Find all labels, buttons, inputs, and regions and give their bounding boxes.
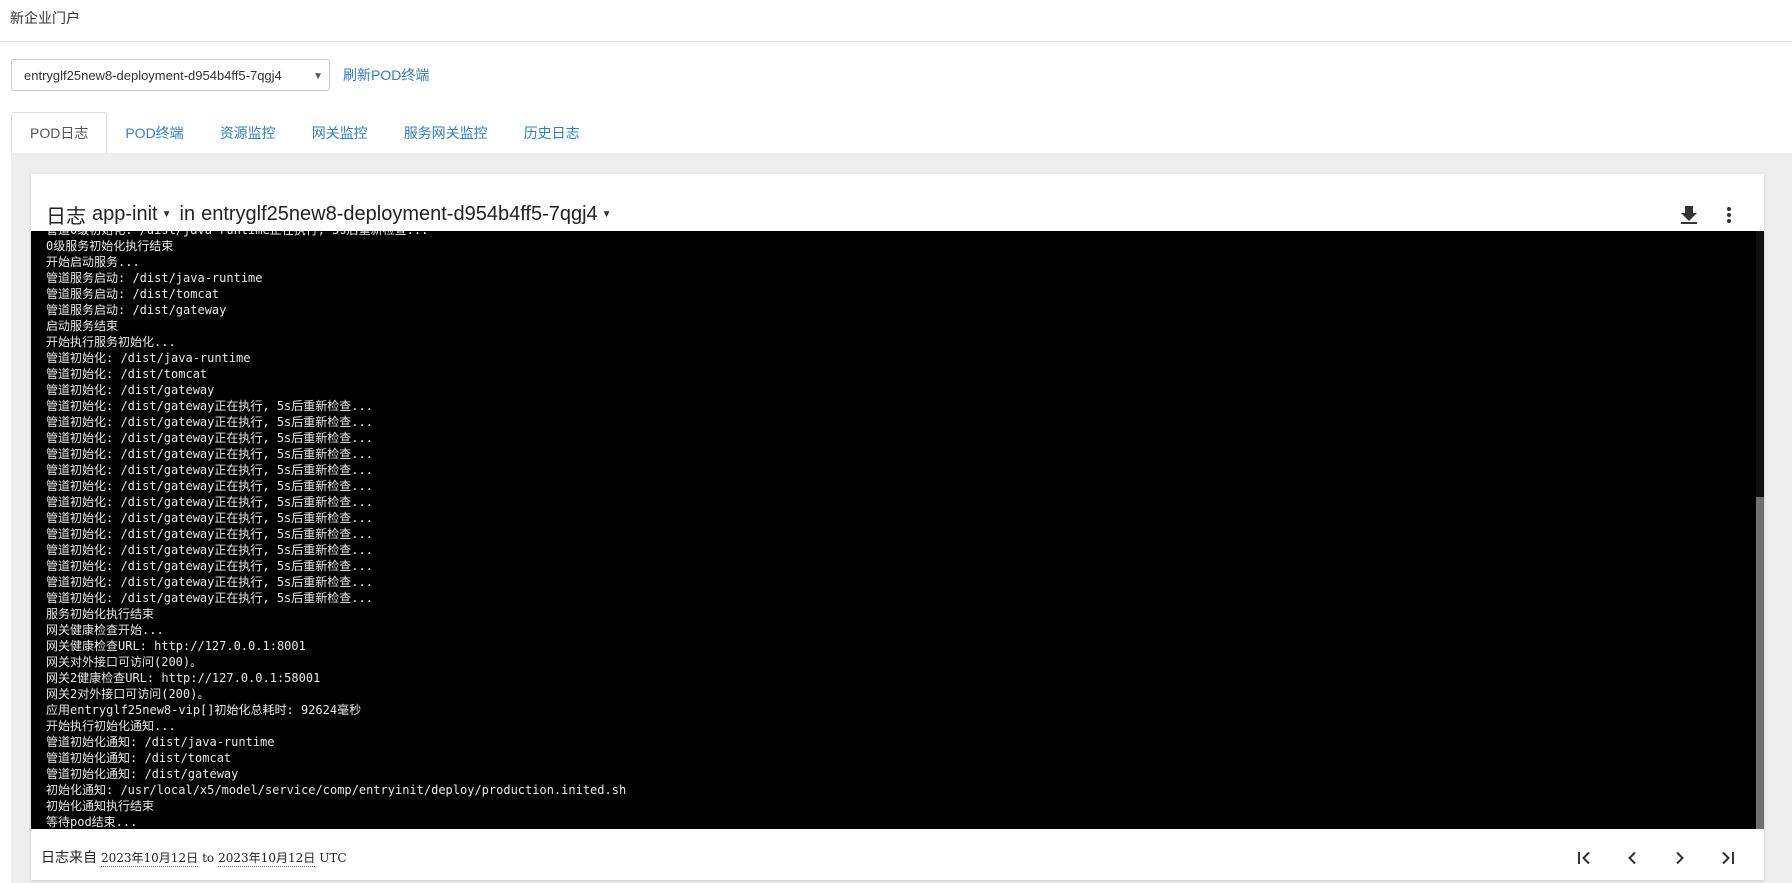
log-line: 管道初始化: /dist/gateway正在执行, 5s后重新检查... [46, 527, 373, 541]
prev-page-icon[interactable] [1608, 844, 1656, 872]
tab-service-gateway-monitor[interactable]: 服务网关监控 [386, 112, 506, 154]
pod-dropdown-icon[interactable]: ▼ [602, 209, 612, 220]
log-line: 管道初始化: /dist/java-runtime [46, 351, 251, 365]
log-line: 网关2对外接口可访问(200)。 [46, 687, 210, 701]
log-line: 管道初始化: /dist/gateway正在执行, 5s后重新检查... [46, 431, 373, 445]
log-card-footer: 日志来自 2023年10月12日 to 2023年10月12日 UTC [31, 829, 1764, 880]
log-scrollbar[interactable] [1756, 231, 1764, 829]
app-title: 新企业门户 [10, 10, 80, 26]
tab-pod-log[interactable]: POD日志 [11, 112, 108, 154]
chevron-down-icon: ▼ [313, 71, 323, 82]
log-line: 管道服务启动: /dist/gateway [46, 303, 227, 317]
log-line: 初始化通知: /usr/local/x5/model/service/comp/… [46, 783, 627, 797]
log-line: 开始执行初始化通知... [46, 719, 176, 733]
tab-gateway-monitor[interactable]: 网关监控 [294, 112, 386, 154]
log-line: 初始化通知执行结束 [46, 799, 155, 813]
pod-toolbar: entryglf25new8-deployment-d954b4ff5-7qgj… [11, 59, 429, 91]
pod-select-value: entryglf25new8-deployment-d954b4ff5-7qgj… [24, 67, 282, 83]
log-card-header: 日志 app-init ▼ in entryglf25new8-deployme… [31, 174, 1764, 231]
log-scrollbar-thumb[interactable] [1756, 497, 1764, 829]
log-line: 管道0级初始化: /dist/java-runtime正在执行, 5s后重新检查… [46, 231, 626, 238]
log-line: 管道服务启动: /dist/tomcat [46, 287, 220, 301]
log-line: 网关健康检查URL: http://127.0.0.1:8001 [46, 639, 306, 653]
log-line: 等待pod结束... [46, 815, 138, 829]
log-line: 管道初始化: /dist/gateway正在执行, 5s后重新检查... [46, 415, 373, 429]
container-dropdown-icon[interactable]: ▼ [162, 209, 172, 220]
log-line: 管道初始化: /dist/gateway正在执行, 5s后重新检查... [46, 479, 373, 493]
log-line: 管道初始化: /dist/gateway [46, 383, 215, 397]
log-line: 管道初始化: /dist/gateway正在执行, 5s后重新检查... [46, 495, 373, 509]
tab-resource-monitor[interactable]: 资源监控 [202, 112, 294, 154]
log-time-range: 日志来自 2023年10月12日 to 2023年10月12日 UTC [41, 847, 347, 867]
log-card: 日志 app-init ▼ in entryglf25new8-deployme… [31, 174, 1764, 880]
log-line: 管道初始化通知: /dist/java-runtime [46, 735, 275, 749]
log-line: 0级服务初始化执行结束 [46, 239, 174, 253]
log-line: 管道服务启动: /dist/java-runtime [46, 271, 263, 285]
log-title: 日志 app-init ▼ in entryglf25new8-deployme… [46, 200, 620, 229]
tab-pod-terminal[interactable]: POD终端 [107, 112, 201, 154]
log-line: 服务初始化执行结束 [46, 607, 155, 621]
pod-name-select[interactable]: entryglf25new8-deployment-d954b4ff5-7qgj… [201, 203, 598, 226]
log-line: 管道初始化: /dist/gateway正在执行, 5s后重新检查... [46, 447, 373, 461]
tab-history-log[interactable]: 历史日志 [506, 112, 598, 154]
log-line: 网关健康检查开始... [46, 623, 164, 637]
log-line: 管道初始化: /dist/gateway正在执行, 5s后重新检查... [46, 511, 373, 525]
last-page-icon[interactable] [1704, 844, 1752, 872]
more-vert-icon[interactable] [1709, 200, 1749, 230]
log-line: 管道初始化: /dist/gateway正在执行, 5s后重新检查... [46, 575, 373, 589]
log-title-in: in [179, 203, 196, 225]
download-icon[interactable] [1669, 200, 1709, 230]
to-label: to [202, 851, 215, 865]
log-line: 启动服务结束 [46, 319, 119, 333]
log-line: 管道初始化: /dist/gateway正在执行, 5s后重新检查... [46, 399, 373, 413]
log-line: 管道初始化通知: /dist/tomcat [46, 751, 232, 765]
log-pager [1560, 844, 1752, 872]
tab-bar: POD日志 POD终端 资源监控 网关监控 服务网关监控 历史日志 [11, 112, 598, 154]
first-page-icon[interactable] [1560, 844, 1608, 872]
log-output[interactable]: 管道0级初始化: /dist/java-runtime正在执行, 5s后重新检查… [31, 231, 1764, 829]
container-select[interactable]: app-init [92, 203, 158, 226]
top-bar: 新企业门户 [0, 0, 1792, 42]
log-line: 管道初始化: /dist/gateway正在执行, 5s后重新检查... [46, 591, 373, 605]
log-line: 管道初始化: /dist/gateway正在执行, 5s后重新检查... [46, 543, 373, 557]
log-line: 管道初始化通知: /dist/gateway [46, 767, 239, 781]
timezone-label: UTC [319, 851, 347, 865]
log-lines: 管道0级初始化: /dist/java-runtime正在执行, 5s后重新检查… [46, 231, 626, 829]
log-line: 管道初始化: /dist/gateway正在执行, 5s后重新检查... [46, 559, 373, 573]
refresh-pod-terminal-link[interactable]: 刷新POD终端 [343, 65, 429, 85]
log-line: 开始启动服务... [46, 255, 140, 269]
pod-select[interactable]: entryglf25new8-deployment-d954b4ff5-7qgj… [11, 59, 330, 91]
log-line: 管道初始化: /dist/tomcat [46, 367, 208, 381]
log-source-label: 日志来自 [41, 849, 97, 865]
log-line: 网关2健康检查URL: http://127.0.0.1:58001 [46, 671, 321, 685]
log-line: 网关对外接口可访问(200)。 [46, 655, 203, 669]
from-date: 2023年10月12日 [101, 851, 199, 867]
next-page-icon[interactable] [1656, 844, 1704, 872]
to-date: 2023年10月12日 [218, 851, 316, 867]
log-line: 管道初始化: /dist/gateway正在执行, 5s后重新检查... [46, 463, 373, 477]
log-line: 应用entryglf25new8-vip[]初始化总耗时: 92624毫秒 [46, 703, 362, 717]
log-title-prefix: 日志 [46, 206, 86, 228]
log-line: 开始执行服务初始化... [46, 335, 176, 349]
log-header-actions [1669, 200, 1749, 230]
